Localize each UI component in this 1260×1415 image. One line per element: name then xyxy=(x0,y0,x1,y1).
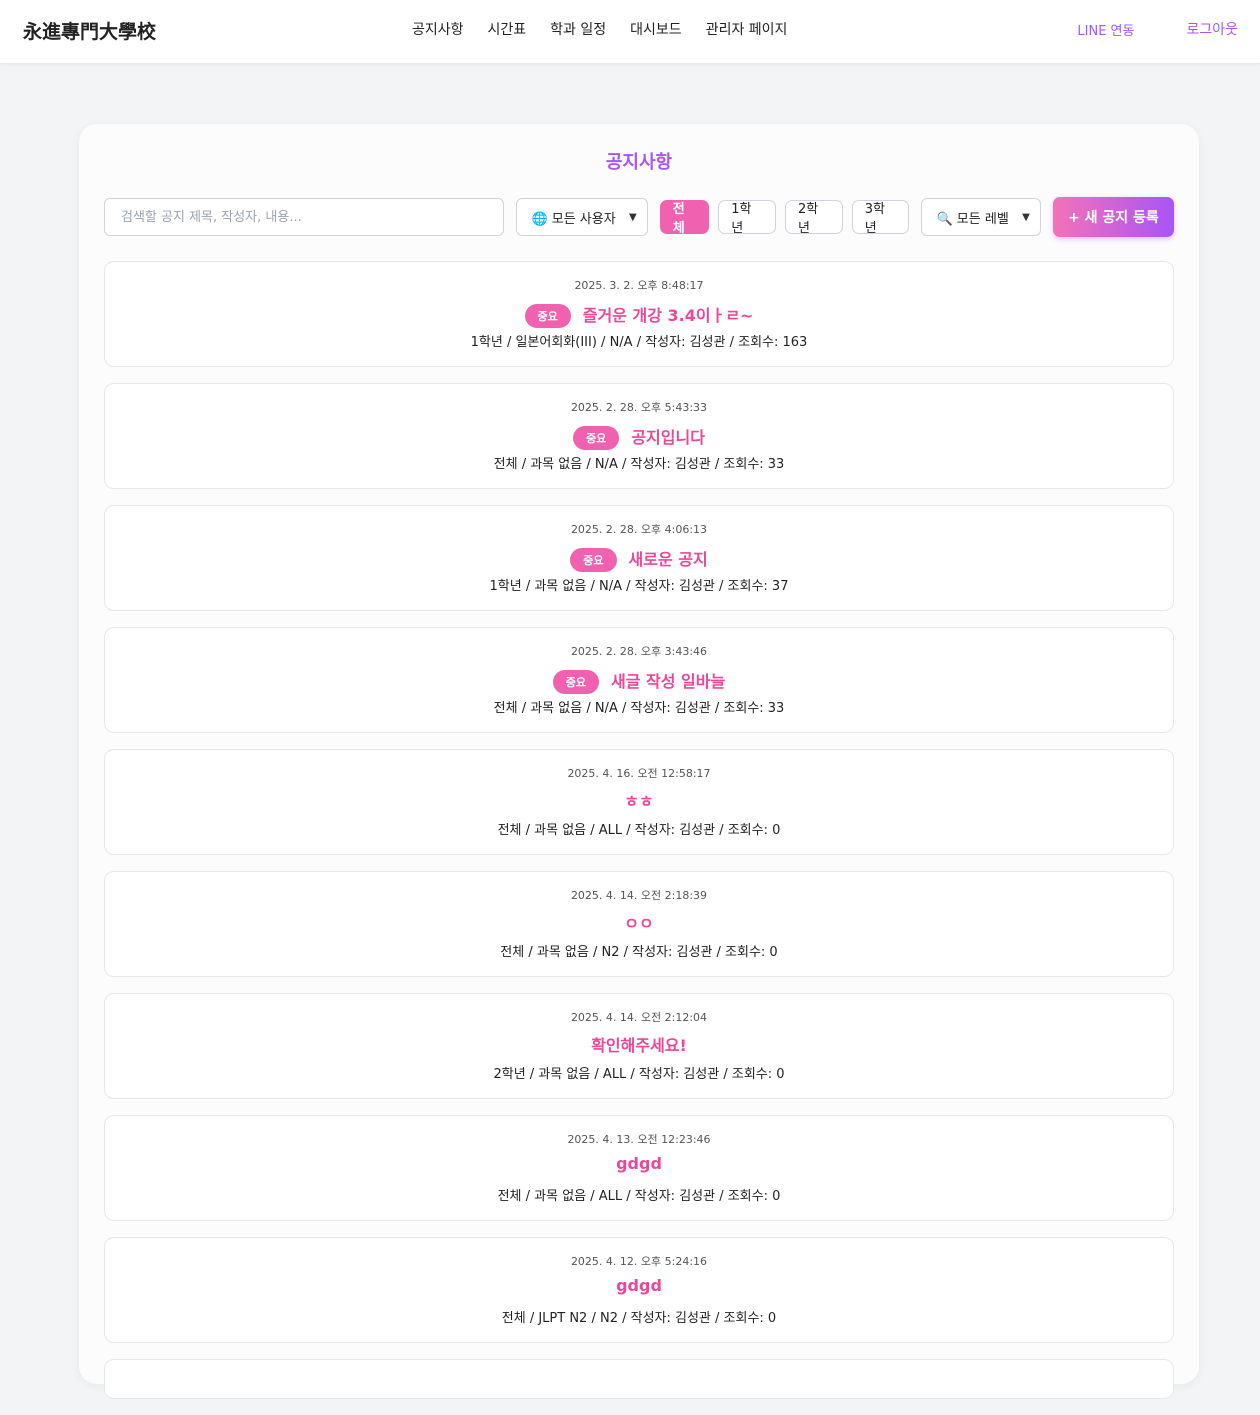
nav-link-schedule[interactable]: 학과 일정 xyxy=(550,19,606,39)
notice-item[interactable]: 2025. 4. 14. 오전 2:12:04 확인해주세요! 2학년 / 과목 없… xyxy=(104,993,1174,1099)
notice-title-row: gdgd xyxy=(105,1154,1173,1173)
page-title: 공지사항 xyxy=(605,152,673,173)
nav-right: LINE 연동 로그아웃 xyxy=(1059,11,1238,47)
notice-meta: 전체 / 과목 없음 / N/A / 작성자: 김성관 / 조회수: 33 xyxy=(493,701,785,716)
brand-logo[interactable]: 永進專門大學校 xyxy=(23,17,156,44)
notice-date: 2025. 4. 13. 오전 12:23:46 xyxy=(567,1133,711,1146)
important-badge: 중요 xyxy=(524,304,571,328)
notice-meta: 2학년 / 과목 없음 / ALL / 작성자: 김성관 / 조회수: 0 xyxy=(493,1067,785,1082)
notice-item[interactable] xyxy=(104,1359,1174,1399)
chevron-down-icon: ▼ xyxy=(1022,211,1030,223)
notice-title[interactable]: 새로운 공지 xyxy=(629,546,708,570)
notice-title-row: 확인해주세요! xyxy=(105,1032,1173,1056)
notice-item[interactable]: 2025. 4. 14. 오전 2:18:39 ㅇㅇ 전체 / 과목 없음 / N2… xyxy=(104,871,1174,977)
notice-list: 2025. 3. 2. 오후 8:48:17 중요 즐거운 개강 3.4이ㅏㄹ~ 1학… xyxy=(104,261,1174,1415)
grade-button-all[interactable]: 전체 xyxy=(659,200,710,236)
chevron-down-icon: ▼ xyxy=(629,211,637,223)
new-notice-button[interactable]: + 새 공지 등록 xyxy=(1052,197,1174,237)
notice-date: 2025. 2. 28. 오후 4:06:13 xyxy=(570,523,708,536)
nav-links: 공지사항 시간표 학과 일정 대시보드 관리자 페이지 xyxy=(412,19,787,39)
notice-title-row: 중요 즐거운 개강 3.4이ㅏㄹ~ xyxy=(105,300,1173,328)
notice-date: 2025. 3. 2. 오후 8:48:17 xyxy=(574,279,704,292)
notice-meta: 전체 / 과목 없음 / ALL / 작성자: 김성관 / 조회수: 0 xyxy=(497,1189,781,1204)
filter-toolbar: 🌐 모든 사용자 ▼ 전체 1학년 2학년 3학년 🔍 모든 레벨 ▼ + 새 … xyxy=(104,197,1174,237)
level-select[interactable]: 🔍 모든 레벨 ▼ xyxy=(921,198,1041,236)
important-badge: 중요 xyxy=(573,426,620,450)
grade-button-2[interactable]: 2학년 xyxy=(785,200,843,236)
notice-title-row: ㅇㅇ xyxy=(105,910,1173,934)
notice-title[interactable]: gdgd xyxy=(616,1154,662,1173)
notice-date: 2025. 4. 16. 오전 12:58:17 xyxy=(567,767,711,780)
notice-meta: 전체 / JLPT N2 / N2 / 작성자: 김성관 / 조회수: 0 xyxy=(501,1311,777,1326)
notice-board-card: 공지사항 🌐 모든 사용자 ▼ 전체 1학년 2학년 3학년 🔍 모든 레벨 ▼… xyxy=(79,124,1199,1399)
notice-title-row: gdgd xyxy=(105,1276,1173,1295)
top-navbar: 永進專門大學校 공지사항 시간표 학과 일정 대시보드 관리자 페이지 LINE… xyxy=(0,0,1260,63)
user-select-value: 🌐 모든 사용자 xyxy=(531,211,616,227)
notice-title[interactable]: 즐거운 개강 3.4이ㅏㄹ~ xyxy=(583,302,754,326)
notice-item[interactable]: 2025. 4. 16. 오전 12:58:17 ㅎㅎ 전체 / 과목 없음 / A… xyxy=(104,749,1174,855)
grade-filter-group: 전체 1학년 2학년 3학년 xyxy=(659,200,910,236)
notice-meta: 전체 / 과목 없음 / N2 / 작성자: 김성관 / 조회수: 0 xyxy=(500,945,778,960)
notice-title[interactable]: 확인해주세요! xyxy=(591,1032,687,1056)
notice-date: 2025. 2. 28. 오후 5:43:33 xyxy=(570,401,708,414)
notice-date: 2025. 4. 14. 오전 2:12:04 xyxy=(570,1011,708,1024)
grade-button-1[interactable]: 1학년 xyxy=(718,200,777,236)
notice-date: 2025. 2. 28. 오후 3:43:46 xyxy=(570,645,708,658)
important-badge: 중요 xyxy=(552,670,600,694)
notice-title[interactable]: gdgd xyxy=(616,1276,662,1295)
nav-link-notices[interactable]: 공지사항 xyxy=(412,19,464,39)
search-input[interactable] xyxy=(104,198,505,236)
notice-title[interactable]: ㅇㅇ xyxy=(624,910,653,934)
notice-item[interactable]: 2025. 2. 28. 오후 4:06:13 중요 새로운 공지 1학년 / 과목 … xyxy=(104,505,1174,611)
nav-link-timetable[interactable]: 시간표 xyxy=(488,19,527,39)
line-connect-button[interactable]: LINE 연동 xyxy=(1059,11,1153,47)
notice-item[interactable]: 2025. 2. 28. 오후 3:43:46 중요 새글 작성 일바늘전체 / 과… xyxy=(104,627,1174,733)
important-badge: 중요 xyxy=(570,548,617,572)
notice-title-row: 중요 공지입니다 xyxy=(105,422,1173,450)
notice-title-row: 중요 새로운 공지 xyxy=(105,544,1173,572)
notice-meta: 전체 / 과목 없음 / N/A / 작성자: 김성관 / 조회수: 33 xyxy=(493,457,785,472)
notice-title[interactable]: 새글 작성 일바늘 xyxy=(611,668,725,692)
notice-title-row: ㅎㅎ xyxy=(105,788,1173,812)
level-select-value: 🔍 모든 레벨 xyxy=(936,211,1009,227)
notice-item[interactable]: 2025. 4. 12. 오후 5:24:16 gdgd 전체 / JLPT N2 … xyxy=(104,1237,1174,1343)
notice-date: 2025. 4. 12. 오후 5:24:16 xyxy=(570,1255,708,1268)
notice-title[interactable]: ㅎㅎ xyxy=(624,788,653,812)
notice-title-row: 중요 새글 작성 일바늘 xyxy=(105,666,1173,694)
notice-item[interactable]: 2025. 3. 2. 오후 8:48:17 중요 즐거운 개강 3.4이ㅏㄹ~ 1학… xyxy=(104,261,1174,367)
user-select[interactable]: 🌐 모든 사용자 ▼ xyxy=(516,198,648,236)
nav-link-dashboard[interactable]: 대시보드 xyxy=(630,19,682,39)
nav-link-admin[interactable]: 관리자 페이지 xyxy=(706,19,788,39)
notice-date: 2025. 4. 14. 오전 2:18:39 xyxy=(570,889,708,902)
grade-button-3[interactable]: 3학년 xyxy=(851,200,910,236)
logout-button[interactable]: 로그아웃 xyxy=(1168,11,1238,47)
notice-meta: 1학년 / 일본어회화(III) / N/A / 작성자: 김성관 / 조회수:… xyxy=(470,335,808,350)
notice-item[interactable]: 2025. 4. 13. 오전 12:23:46 gdgd 전체 / 과목 없음 /… xyxy=(104,1115,1174,1221)
notice-meta: 1학년 / 과목 없음 / N/A / 작성자: 김성관 / 조회수: 37 xyxy=(489,579,789,594)
notice-title[interactable]: 공지입니다 xyxy=(631,424,705,448)
notice-meta: 전체 / 과목 없음 / ALL / 작성자: 김성관 / 조회수: 0 xyxy=(497,823,781,838)
notice-item[interactable]: 2025. 2. 28. 오후 5:43:33 중요 공지입니다전체 / 과목 없음… xyxy=(104,383,1174,489)
